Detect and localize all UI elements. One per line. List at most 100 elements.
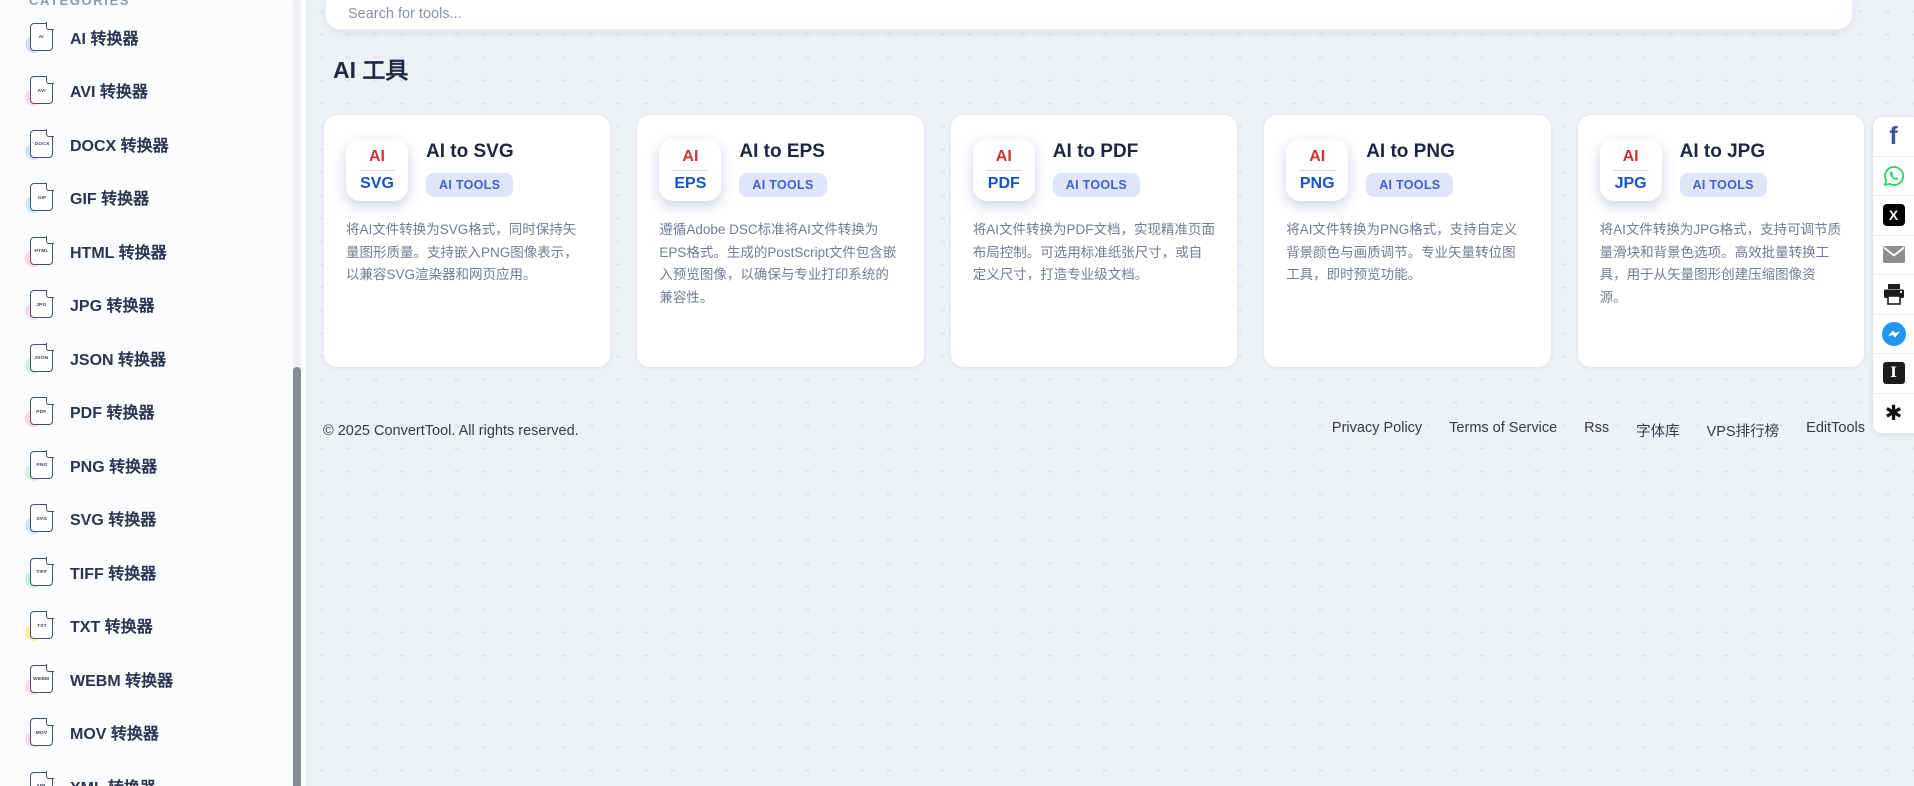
footer-link[interactable]: EditTools: [1806, 420, 1865, 441]
sidebar-item-png[interactable]: PNG PNG 转换器: [0, 438, 306, 492]
footer-link[interactable]: Terms of Service: [1449, 420, 1557, 441]
card-category-badge: AI TOOLS: [426, 173, 513, 197]
facebook-share-button[interactable]: f: [1873, 117, 1914, 157]
email-icon: [1883, 246, 1905, 263]
document-icon: PDF: [30, 397, 53, 425]
card-description: 遵循Adobe DSC标准将AI文件转换为EPS格式。生成的PostScript…: [659, 219, 901, 310]
instapaper-share-button[interactable]: I: [1873, 354, 1914, 394]
page-title: AI 工具: [333, 56, 1865, 84]
main-area: AI 工具 AI SVG AI to SVG AI TOOLS 将AI文件转换为…: [308, 0, 1914, 786]
footer-link[interactable]: Privacy Policy: [1332, 420, 1422, 441]
card-category-badge: AI TOOLS: [1680, 173, 1767, 197]
conversion-tile-icon: AI JPG: [1600, 139, 1662, 201]
file-type-icon: HTML: [27, 236, 57, 266]
conversion-tile-icon: AI PDF: [973, 139, 1035, 201]
sidebar-item-svg[interactable]: SVG SVG 转换器: [0, 492, 306, 546]
x-twitter-share-button[interactable]: X: [1873, 196, 1914, 236]
email-share-button[interactable]: [1873, 236, 1914, 276]
conversion-tile-icon: AI PNG: [1286, 139, 1348, 201]
tile-divider: [359, 170, 395, 171]
more-share-icon: ✱: [1885, 403, 1903, 424]
sidebar-item-label: AVI 转换器: [70, 78, 148, 102]
tool-card-ai-to-pdf[interactable]: AI PDF AI to PDF AI TOOLS 将AI文件转换为PDF文档，…: [950, 114, 1238, 368]
file-type-icon: AVI: [27, 75, 57, 105]
tile-divider: [672, 170, 708, 171]
sidebar-item-label: JSON 转换器: [70, 346, 166, 370]
whatsapp-icon: [1882, 164, 1906, 188]
file-type-icon: SVG: [27, 503, 57, 533]
footer-link[interactable]: Rss: [1584, 420, 1609, 441]
footer-link[interactable]: VPS排行榜: [1707, 420, 1780, 441]
tool-card-ai-to-jpg[interactable]: AI JPG AI to JPG AI TOOLS 将AI文件转换为JPG格式，…: [1577, 114, 1865, 368]
sidebar-item-txt[interactable]: TXT TXT 转换器: [0, 599, 306, 653]
tool-card-ai-to-png[interactable]: AI PNG AI to PNG AI TOOLS 将AI文件转换为PNG格式，…: [1263, 114, 1551, 368]
whatsapp-share-button[interactable]: [1873, 157, 1914, 197]
category-list: AI AI 转换器 AVI AVI 转换器 DOCX DOCX 转换器 GIF: [0, 10, 306, 786]
document-icon: AVI: [30, 76, 53, 104]
sidebar-item-label: DOCX 转换器: [70, 132, 169, 156]
card-title: AI to PDF: [1053, 141, 1140, 163]
x-twitter-icon: X: [1883, 204, 1905, 226]
messenger-share-button[interactable]: [1873, 315, 1914, 355]
tile-divider: [1299, 170, 1335, 171]
sidebar-item-jpg[interactable]: JPG JPG 转换器: [0, 278, 306, 332]
sidebar-heading: CATEGORIES: [29, 0, 130, 8]
sidebar-item-label: AI 转换器: [70, 25, 138, 49]
copyright-text: © 2025 ConvertTool. All rights reserved.: [323, 423, 579, 439]
sidebar-item-label: TXT 转换器: [70, 613, 153, 637]
instapaper-icon: I: [1883, 362, 1905, 384]
sidebar-item-mov[interactable]: MOV MOV 转换器: [0, 706, 306, 760]
sidebar-scrollbar-thumb[interactable]: [293, 367, 301, 786]
sidebar-item-xml[interactable]: XML XML 转换器: [0, 759, 306, 786]
file-type-icon: WEBM: [27, 664, 57, 694]
tool-card-ai-to-eps[interactable]: AI EPS AI to EPS AI TOOLS 遵循Adobe DSC标准将…: [636, 114, 924, 368]
conversion-tile-icon: AI SVG: [346, 139, 408, 201]
sidebar-item-html[interactable]: HTML HTML 转换器: [0, 224, 306, 278]
file-type-icon: JPG: [27, 289, 57, 319]
sidebar-item-pdf[interactable]: PDF PDF 转换器: [0, 385, 306, 439]
file-type-icon: PNG: [27, 450, 57, 480]
sidebar-item-ai[interactable]: AI AI 转换器: [0, 10, 306, 64]
footer-link[interactable]: 字体库: [1636, 420, 1680, 441]
more-share-button[interactable]: ✱: [1873, 394, 1914, 434]
card-description: 将AI文件转换为SVG格式，同时保持矢量图形质量。支持嵌入PNG图像表示，以兼容…: [346, 219, 588, 287]
file-type-icon: XML: [27, 771, 57, 786]
card-description: 将AI文件转换为PDF文档，实现精准页面布局控制。可选用标准纸张尺寸，或自定义尺…: [973, 219, 1215, 287]
file-type-icon: GIF: [27, 182, 57, 212]
document-icon: MOV: [30, 718, 53, 746]
sidebar-item-gif[interactable]: GIF GIF 转换器: [0, 171, 306, 225]
document-icon: WEBM: [30, 665, 53, 693]
card-title: AI to PNG: [1366, 141, 1455, 163]
tile-divider: [1613, 170, 1649, 171]
file-type-icon: PDF: [27, 396, 57, 426]
sidebar-item-json[interactable]: JSON JSON 转换器: [0, 331, 306, 385]
sidebar-item-label: PDF 转换器: [70, 399, 154, 423]
sidebar-item-docx[interactable]: DOCX DOCX 转换器: [0, 117, 306, 171]
messenger-icon: [1882, 322, 1906, 346]
sidebar-item-webm[interactable]: WEBM WEBM 转换器: [0, 652, 306, 706]
card-category-badge: AI TOOLS: [739, 173, 826, 197]
print-share-button[interactable]: [1873, 275, 1914, 315]
document-icon: PNG: [30, 451, 53, 479]
categories-sidebar: CATEGORIES AI AI 转换器 AVI AVI 转换器 DOCX DO…: [0, 0, 307, 786]
document-icon: HTML: [30, 237, 53, 265]
document-icon: GIF: [30, 183, 53, 211]
sidebar-item-label: GIF 转换器: [70, 185, 149, 209]
facebook-icon: f: [1889, 124, 1897, 149]
card-category-badge: AI TOOLS: [1366, 173, 1453, 197]
document-icon: TIFF: [30, 558, 53, 586]
card-description: 将AI文件转换为JPG格式，支持可调节质量滑块和背景色选项。高效批量转换工具，用…: [1600, 219, 1842, 310]
sidebar-item-label: WEBM 转换器: [70, 667, 173, 691]
card-description: 将AI文件转换为PNG格式，支持自定义背景颜色与画质调节。专业矢量转位图工具，即…: [1286, 219, 1528, 287]
share-toolbar: f X I ✱: [1872, 116, 1914, 434]
document-icon: DOCX: [30, 130, 53, 158]
file-type-icon: TIFF: [27, 557, 57, 587]
tool-card-ai-to-svg[interactable]: AI SVG AI to SVG AI TOOLS 将AI文件转换为SVG格式，…: [323, 114, 611, 368]
sidebar-item-tiff[interactable]: TIFF TIFF 转换器: [0, 545, 306, 599]
sidebar-item-label: TIFF 转换器: [70, 560, 156, 584]
footer-links: Privacy Policy Terms of Service Rss 字体库 …: [1332, 420, 1865, 441]
tool-cards-grid: AI SVG AI to SVG AI TOOLS 将AI文件转换为SVG格式，…: [323, 114, 1865, 368]
sidebar-item-avi[interactable]: AVI AVI 转换器: [0, 64, 306, 118]
file-type-icon: JSON: [27, 343, 57, 373]
footer: © 2025 ConvertTool. All rights reserved.…: [323, 420, 1865, 441]
